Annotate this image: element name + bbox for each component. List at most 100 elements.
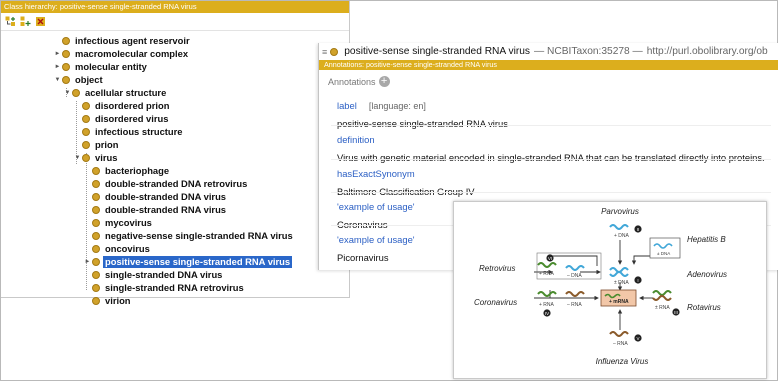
divider [331, 192, 771, 193]
collapse-arrow-icon[interactable]: ▼ [73, 155, 82, 161]
class-icon [92, 283, 100, 292]
annotation-value: Picornavirus [337, 252, 389, 263]
tree-item[interactable]: ► molecular entity [53, 60, 149, 73]
tree-item[interactable]: ▼ virus [73, 151, 119, 164]
collapse-arrow-icon[interactable]: ▼ [63, 90, 72, 96]
tree-item[interactable]: prion [73, 138, 120, 151]
tree-item[interactable]: oncovirus [83, 242, 152, 255]
expand-arrow-icon[interactable]: ► [83, 259, 92, 265]
class-icon [92, 192, 100, 201]
strand-label: – RNA [613, 341, 628, 347]
group-number: VI [548, 256, 552, 261]
arrow [549, 255, 598, 266]
tree-item[interactable]: bacteriophage [83, 164, 171, 177]
annotation-property[interactable]: label [337, 100, 357, 111]
group-number: V [636, 336, 639, 341]
class-icon [62, 75, 70, 84]
tree-item-label: disordered prion [95, 99, 170, 111]
dna-strand-icon [565, 265, 585, 271]
hierarchy-title-bar: Class hierarchy: positive-sense single-s… [1, 1, 349, 13]
strand-label: + RNA [539, 302, 555, 308]
add-annotation-button[interactable]: + [378, 76, 390, 87]
annotation-property[interactable]: definition [337, 134, 375, 145]
class-icon [82, 153, 90, 162]
tree-item[interactable]: disordered prion [73, 99, 172, 112]
annotation-property[interactable]: hasExactSynonym [337, 168, 415, 179]
collapse-arrow-icon[interactable]: ▼ [53, 77, 62, 83]
tree-item[interactable]: double-stranded DNA retrovirus [83, 177, 249, 190]
tree-item[interactable]: double-stranded DNA virus [83, 190, 228, 203]
tree-item[interactable]: single-stranded RNA retrovirus [83, 281, 246, 294]
tree-item[interactable]: mycovirus [83, 216, 154, 229]
annotation-property[interactable]: 'example of usage' [337, 234, 415, 245]
tree-item-label: infectious agent reservoir [75, 34, 190, 46]
tree-item[interactable]: ► macromolecular complex [53, 47, 190, 60]
annotation-entry[interactable]: 'example of usage' Picornavirus [337, 230, 415, 263]
tree-item-label: single-stranded RNA retrovirus [105, 281, 244, 293]
annotations-section-label: Annotations [328, 76, 376, 87]
tree-item-label: virion [105, 294, 131, 306]
arrow [631, 255, 650, 265]
class-icon [72, 88, 80, 97]
tree-item-label: prion [95, 138, 119, 150]
class-icon [62, 36, 70, 45]
expand-arrow-icon[interactable]: ► [53, 51, 62, 57]
tree-item-selected[interactable]: ► positive-sense single-stranded RNA vir… [83, 255, 293, 268]
tree-item-label: macromolecular complex [75, 47, 189, 59]
tree-item-label: object [75, 73, 103, 85]
annotation-property[interactable]: 'example of usage' [337, 201, 415, 212]
view-menu-icon[interactable]: ≡ [322, 47, 327, 57]
tree-item[interactable]: infectious structure [73, 125, 185, 138]
class-icon [92, 205, 100, 214]
tree-item[interactable]: infectious agent reservoir [53, 34, 192, 47]
dna-strand-icon [653, 243, 673, 249]
diagram-canvas: Parvovirus + DNA II ± DNA I ± DNA Hepati… [474, 207, 727, 366]
group-number: IV [545, 311, 549, 316]
tree-item-label: disordered virus [95, 112, 169, 124]
tree-item-label: mycovirus [105, 216, 152, 228]
add-subclass-icon[interactable] [5, 16, 16, 27]
class-icon [82, 101, 90, 110]
annotation-value: Virus with genetic material encoded in s… [337, 152, 765, 163]
tree-item[interactable]: negative-sense single-stranded RNA virus [83, 229, 295, 242]
rna-strand-icon [652, 295, 672, 301]
tree-item-label: infectious structure [95, 125, 183, 137]
tree-item-label: double-stranded DNA retrovirus [105, 177, 248, 189]
divider [331, 159, 771, 160]
strand-label: ± DNA [614, 280, 629, 286]
class-icon [82, 140, 90, 149]
rna-strand-icon [537, 262, 557, 268]
strand-label: – DNA [567, 273, 582, 279]
group-number: I [637, 278, 638, 283]
expand-arrow-icon[interactable]: ► [53, 64, 62, 70]
tree-item[interactable]: ▼ acellular structure [63, 86, 168, 99]
rna-strand-icon [565, 291, 585, 297]
tree-item-label: acellular structure [85, 86, 167, 98]
strand-label: + RNA [539, 271, 555, 277]
tree-item-label: oncovirus [105, 242, 150, 254]
class-icon [92, 257, 100, 266]
tree-item[interactable]: virion [83, 294, 133, 307]
tree-item[interactable]: ▼ object [53, 73, 105, 86]
delete-class-icon[interactable] [35, 16, 46, 27]
tree-item-label: bacteriophage [105, 164, 170, 176]
group-number: III [674, 310, 678, 315]
annotations-title-bar: Annotations: positive-sense single-stran… [319, 60, 778, 70]
tree-item[interactable]: single-stranded DNA virus [83, 268, 224, 281]
influenza-label: Influenza Virus [596, 357, 649, 366]
entity-id: — NCBITaxon:35278 — [534, 46, 643, 57]
add-sibling-icon[interactable] [20, 16, 31, 27]
tree-item[interactable]: double-stranded RNA virus [83, 203, 228, 216]
tree-item[interactable]: disordered virus [73, 112, 170, 125]
coronavirus-label: Coronavirus [474, 298, 517, 307]
class-icon [62, 49, 70, 58]
class-icon [92, 270, 100, 279]
class-icon [82, 127, 90, 136]
annotation-value: positive-sense single-stranded RNA virus [337, 118, 508, 129]
rotavirus-label: Rotavirus [687, 303, 721, 312]
annotation-language: [language: en] [368, 101, 426, 111]
dna-strand-icon [609, 271, 629, 277]
class-icon [92, 296, 100, 305]
class-icon [82, 114, 90, 123]
mrna-label: + mRNA [609, 299, 629, 305]
